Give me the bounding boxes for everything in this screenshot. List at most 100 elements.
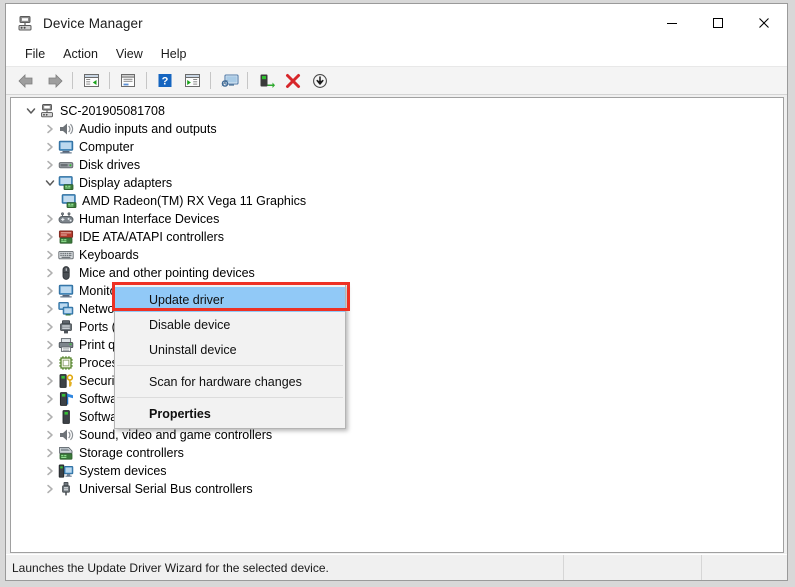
- tree-row[interactable]: Human Interface Devices: [11, 210, 783, 228]
- minimize-button[interactable]: [649, 4, 695, 42]
- ctx-update-driver[interactable]: Update driver: [115, 287, 345, 312]
- back-arrow-icon: [18, 73, 33, 88]
- ctx-uninstall-device[interactable]: Uninstall device: [115, 337, 345, 362]
- tree-row-label: IDE ATA/ATAPI controllers: [79, 230, 224, 244]
- context-menu-item-label: Uninstall device: [149, 342, 237, 357]
- tree-row-label: Computer: [79, 140, 134, 154]
- down-arrow-circle-icon: [313, 73, 327, 88]
- chevron-right-icon[interactable]: [42, 318, 58, 336]
- content-area: SC-201905081708 Audio inputs and outputs C…: [6, 95, 787, 554]
- security-key-icon: [58, 373, 74, 389]
- monitor-icon: [58, 139, 74, 155]
- speaker-icon: [58, 427, 74, 443]
- chevron-right-icon[interactable]: [42, 156, 58, 174]
- tree-row-root[interactable]: SC-201905081708: [11, 102, 783, 120]
- uninstall-device-button[interactable]: [280, 69, 306, 93]
- tree-row[interactable]: Keyboards: [11, 246, 783, 264]
- scan-for-hardware-changes-button[interactable]: [216, 69, 242, 93]
- ctx-scan-hardware[interactable]: Scan for hardware changes: [115, 369, 345, 394]
- context-menu-item-label: Disable device: [149, 317, 231, 332]
- chevron-right-icon[interactable]: [42, 336, 58, 354]
- ctx-disable-device[interactable]: Disable device: [115, 312, 345, 337]
- tree-row[interactable]: Disk drives: [11, 156, 783, 174]
- statusbar: Launches the Update Driver Wizard for th…: [6, 554, 787, 580]
- chevron-right-icon[interactable]: [42, 444, 58, 462]
- tree-row[interactable]: System devices: [11, 462, 783, 480]
- tree-row[interactable]: Storage controllers: [11, 444, 783, 462]
- system-device-icon: [58, 463, 74, 479]
- help-button[interactable]: ?: [152, 69, 178, 93]
- computer-root-icon: [39, 103, 55, 119]
- keyboard-icon: [58, 247, 74, 263]
- context-menu[interactable]: Update driver Disable device Uninstall dev…: [114, 284, 346, 429]
- port-icon: [58, 319, 74, 335]
- tree-row-label: Audio inputs and outputs: [79, 122, 217, 136]
- status-pane-3: [702, 555, 787, 580]
- device-manager-window: Device Manager File Action View Help ? S…: [5, 3, 788, 581]
- chevron-right-icon[interactable]: [42, 354, 58, 372]
- chevron-right-icon[interactable]: [42, 228, 58, 246]
- show-hide-action-pane-button[interactable]: [179, 69, 205, 93]
- tree-row-selected-device[interactable]: AMD Radeon(TM) RX Vega 11 Graphics: [11, 192, 783, 210]
- close-button[interactable]: [741, 4, 787, 42]
- menu-action[interactable]: Action: [54, 44, 107, 64]
- software-device-icon: [58, 409, 74, 425]
- tree-row-label: SC-201905081708: [60, 104, 165, 118]
- tree-row-label: System devices: [79, 464, 167, 478]
- menu-view[interactable]: View: [107, 44, 152, 64]
- back-button[interactable]: [14, 69, 40, 93]
- tree-row-label: Universal Serial Bus controllers: [79, 482, 253, 496]
- chevron-right-icon[interactable]: [42, 480, 58, 498]
- menu-file[interactable]: File: [16, 44, 54, 64]
- tree-row-label: Disk drives: [79, 158, 141, 172]
- chevron-right-icon[interactable]: [42, 372, 58, 390]
- tree-row[interactable]: Mice and other pointing devices: [11, 264, 783, 282]
- chevron-right-icon[interactable]: [42, 462, 58, 480]
- software-component-icon: [58, 391, 74, 407]
- disk-drive-icon: [58, 157, 74, 173]
- chevron-right-icon[interactable]: [42, 120, 58, 138]
- titlebar: Device Manager: [6, 4, 787, 42]
- caption-buttons: [649, 4, 787, 42]
- maximize-button[interactable]: [695, 4, 741, 42]
- update-driver-icon: [260, 74, 275, 88]
- forward-button[interactable]: [41, 69, 67, 93]
- tree-row[interactable]: IDE ATA/ATAPI controllers: [11, 228, 783, 246]
- show-hide-console-tree-button[interactable]: [78, 69, 104, 93]
- chevron-right-icon[interactable]: [42, 408, 58, 426]
- storage-controller-icon: [58, 445, 74, 461]
- ctx-properties[interactable]: Properties: [115, 401, 345, 426]
- chevron-right-icon[interactable]: [42, 282, 58, 300]
- toolbar-separator-1: [72, 72, 73, 89]
- help-question-icon: ?: [158, 74, 172, 88]
- chevron-down-icon[interactable]: [23, 102, 39, 120]
- tree-row[interactable]: Display adapters: [11, 174, 783, 192]
- svg-text:?: ?: [162, 76, 169, 88]
- ide-controller-icon: [58, 229, 74, 245]
- context-menu-item-label: Properties: [149, 406, 211, 421]
- status-message: Launches the Update Driver Wizard for th…: [6, 555, 564, 580]
- chevron-right-icon[interactable]: [42, 246, 58, 264]
- tree-row-label: Storage controllers: [79, 446, 184, 460]
- chevron-right-icon[interactable]: [42, 264, 58, 282]
- properties-button[interactable]: [115, 69, 141, 93]
- tree-row-label: Mice and other pointing devices: [79, 266, 255, 280]
- chevron-down-icon[interactable]: [42, 174, 58, 192]
- update-driver-button[interactable]: [253, 69, 279, 93]
- tree-row-label: Human Interface Devices: [79, 212, 220, 226]
- tree-row-label: Keyboards: [79, 248, 139, 262]
- chevron-right-icon[interactable]: [42, 300, 58, 318]
- forward-arrow-icon: [48, 73, 63, 88]
- disable-device-button[interactable]: [307, 69, 333, 93]
- console-tree-icon: [83, 74, 99, 87]
- chevron-right-icon[interactable]: [42, 390, 58, 408]
- chevron-right-icon[interactable]: [42, 426, 58, 444]
- menu-help[interactable]: Help: [152, 44, 196, 64]
- tree-row[interactable]: Universal Serial Bus controllers: [11, 480, 783, 498]
- tree-row[interactable]: Audio inputs and outputs: [11, 120, 783, 138]
- toolbar-separator-2: [109, 72, 110, 89]
- chevron-right-icon[interactable]: [42, 210, 58, 228]
- chevron-right-icon[interactable]: [42, 138, 58, 156]
- tree-row[interactable]: Computer: [11, 138, 783, 156]
- hid-gamepad-icon: [58, 211, 74, 227]
